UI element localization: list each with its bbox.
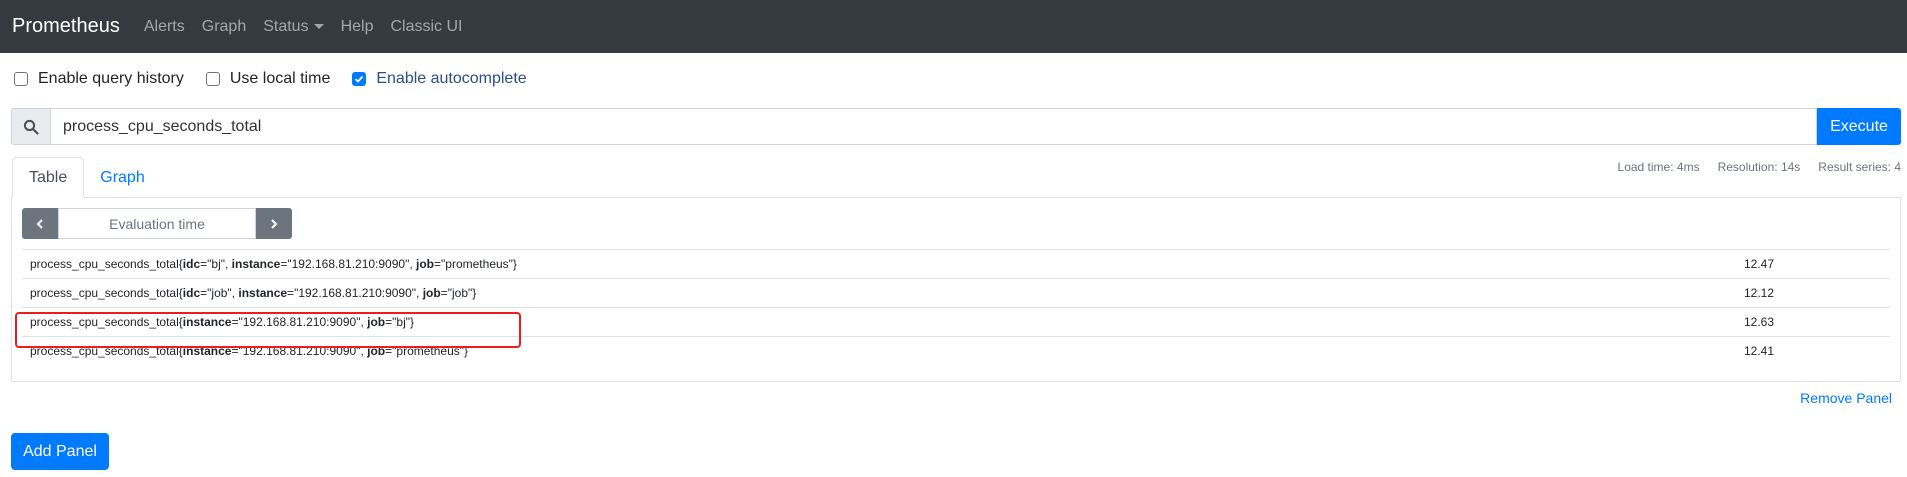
resolution: Resolution: 14s (1717, 160, 1801, 174)
brand-logo[interactable]: Prometheus (12, 15, 120, 38)
eval-prev-button[interactable] (22, 208, 58, 239)
option-local-time[interactable]: Use local time (205, 70, 331, 88)
series-value: 12.12 (1744, 286, 1775, 300)
result-series: Result series: 4 (1818, 160, 1901, 174)
option-autocomplete-label: Enable autocomplete (376, 70, 527, 87)
series-value: 12.47 (1744, 257, 1775, 271)
search-icon-box (11, 108, 51, 145)
evaluation-time-input[interactable]: Evaluation time (58, 208, 256, 239)
add-panel-button[interactable]: Add Panel (11, 433, 109, 470)
query-stats: Load time: 4ms Resolution: 14s Result se… (1600, 160, 1901, 174)
nav-classic-ui[interactable]: Classic UI (390, 18, 462, 36)
checkmark-icon (355, 75, 364, 83)
checkbox-local-time[interactable] (205, 72, 220, 86)
checkbox-autocomplete[interactable] (352, 72, 367, 86)
nav-graph[interactable]: Graph (202, 18, 246, 36)
expression-bar: process_cpu_seconds_total Execute (11, 108, 1901, 145)
nav-status-label: Status (263, 17, 309, 35)
series-value: 12.63 (1744, 315, 1775, 329)
option-local-time-label: Use local time (229, 70, 331, 87)
chevron-left-icon (36, 218, 43, 229)
chevron-down-icon (313, 24, 324, 29)
checkbox-query-history[interactable] (14, 72, 28, 86)
option-autocomplete[interactable]: Enable autocomplete (352, 70, 527, 88)
nav-status-dropdown[interactable]: Status (263, 17, 324, 36)
expression-input[interactable]: process_cpu_seconds_total (51, 108, 1817, 145)
query-options: Enable query history Use local time Enab… (14, 70, 549, 88)
search-icon (23, 119, 39, 135)
nav-help[interactable]: Help (341, 18, 374, 36)
top-navbar: Prometheus Alerts Graph Status Help Clas… (0, 0, 1907, 53)
table-row: process_cpu_seconds_total{idc="job", ins… (22, 278, 1890, 307)
execute-button[interactable]: Execute (1817, 108, 1901, 145)
series-label: process_cpu_seconds_total{idc="job", ins… (30, 286, 477, 300)
table-row: process_cpu_seconds_total{idc="bj", inst… (22, 249, 1890, 278)
chevron-right-icon (271, 218, 278, 229)
load-time: Load time: 4ms (1617, 160, 1700, 174)
tab-table[interactable]: Table (12, 157, 85, 198)
series-label: process_cpu_seconds_total{idc="bj", inst… (30, 257, 517, 271)
option-query-history[interactable]: Enable query history (14, 70, 184, 88)
panel-tabs: Table Graph (12, 157, 161, 198)
table-panel: Evaluation time process_cpu_seconds_tota… (11, 197, 1901, 382)
series-value: 12.41 (1744, 344, 1775, 358)
option-query-history-label: Enable query history (38, 70, 184, 87)
evaluation-time-control: Evaluation time (22, 208, 292, 239)
remove-panel-link[interactable]: Remove Panel (1800, 390, 1892, 406)
nav-alerts[interactable]: Alerts (144, 18, 185, 36)
tab-graph[interactable]: Graph (84, 157, 160, 198)
eval-next-button[interactable] (256, 208, 292, 239)
annotation-highlight-box (15, 312, 521, 348)
